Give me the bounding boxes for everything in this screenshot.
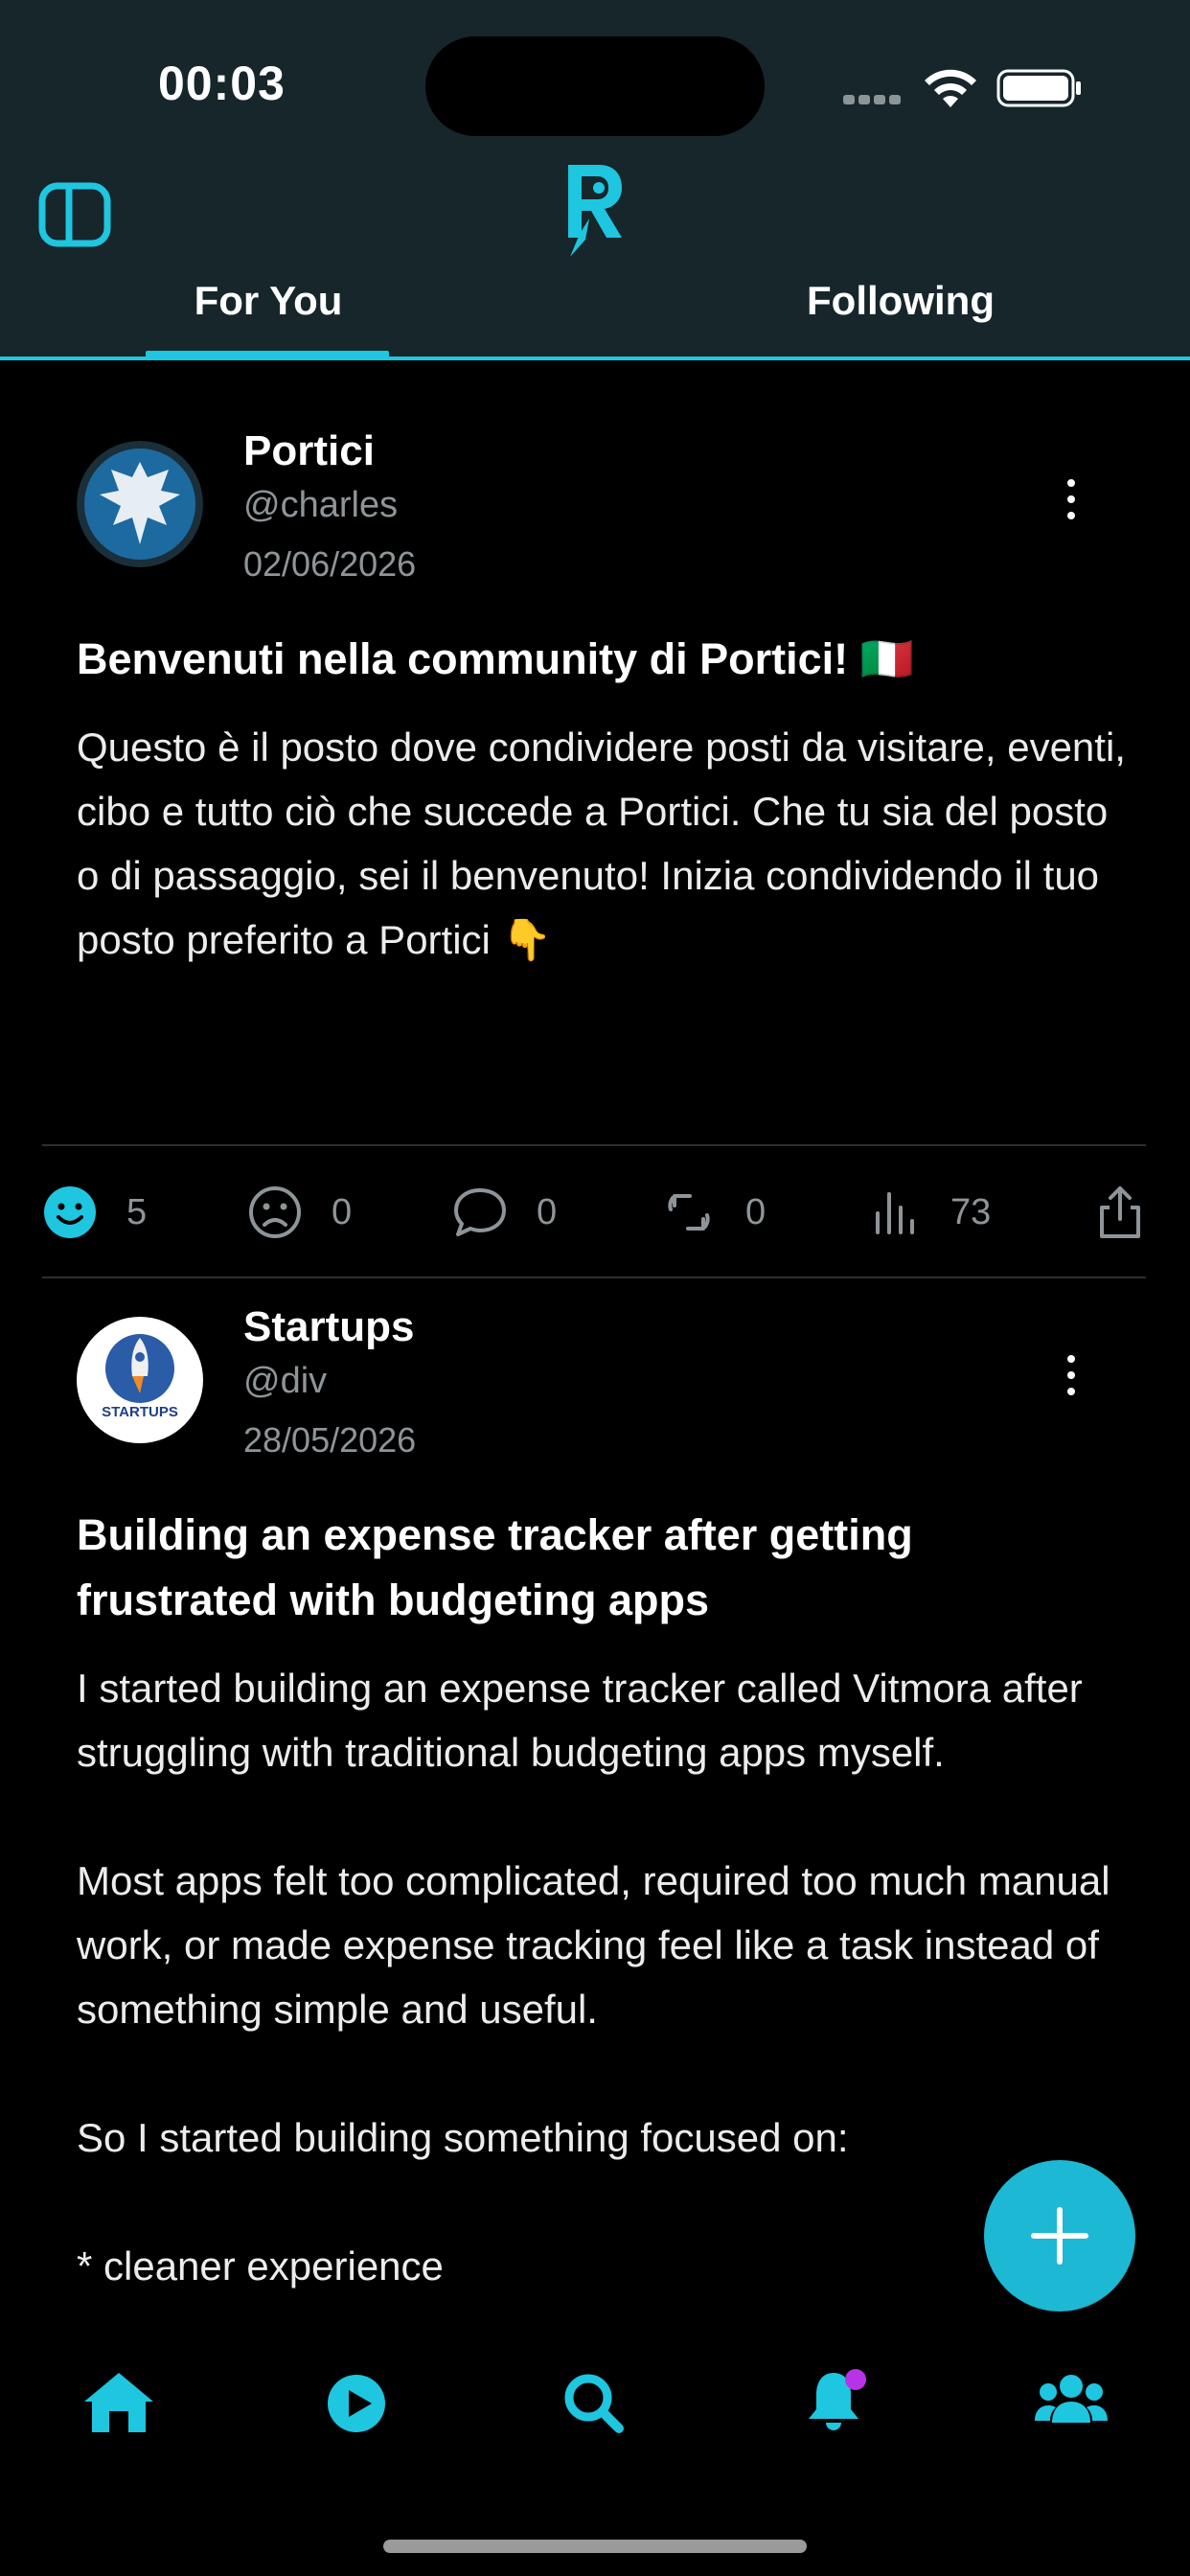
post-date: 28/05/2026: [243, 1420, 417, 1460]
dislike-button[interactable]: 0: [247, 1179, 352, 1246]
view-count: 73: [950, 1191, 992, 1232]
nav-communities[interactable]: [1033, 2367, 1110, 2436]
post-body: Questo è il posto dove condividere posti…: [77, 724, 1126, 962]
notification-badge: [845, 2369, 866, 2390]
share-button[interactable]: [1092, 1179, 1148, 1246]
home-icon: [84, 2373, 153, 2432]
header-divider: [0, 356, 1190, 360]
like-button[interactable]: 5: [42, 1179, 147, 1246]
post-handle[interactable]: @div: [243, 1361, 327, 1402]
plus-icon: [1031, 2207, 1088, 2265]
comment-button[interactable]: 0: [452, 1179, 557, 1246]
post-body: I started building an expense tracker ca…: [77, 1666, 1110, 2288]
dislike-count: 0: [332, 1191, 353, 1232]
nav-videos[interactable]: [318, 2367, 395, 2436]
post-divider: [42, 1276, 1146, 1278]
avatar[interactable]: [77, 441, 203, 567]
users-icon: [1035, 2375, 1108, 2423]
nav-search[interactable]: [556, 2367, 632, 2436]
cellular-signal-icon: [843, 92, 904, 109]
play-icon: [328, 2375, 385, 2432]
views-button[interactable]: 73: [866, 1179, 991, 1246]
post-title: Benvenuti nella community di Portici! 🇮🇹: [77, 634, 914, 683]
post-author[interactable]: Startups: [243, 1303, 414, 1351]
more-options-icon[interactable]: [1060, 479, 1083, 537]
more-options-icon[interactable]: [1060, 1355, 1083, 1413]
comment-icon: [454, 1188, 506, 1236]
repost-count: 0: [745, 1191, 767, 1232]
new-post-button[interactable]: [984, 2160, 1135, 2312]
repost-button[interactable]: 0: [661, 1179, 766, 1246]
comment-count: 0: [537, 1191, 558, 1232]
battery-icon: [996, 69, 1081, 107]
app-logo-rocket-icon[interactable]: [561, 161, 629, 264]
dynamic-island: [425, 36, 765, 136]
like-count: 5: [126, 1191, 148, 1232]
post-author[interactable]: Portici: [243, 427, 375, 475]
tab-for-you[interactable]: For You: [144, 278, 393, 324]
post-divider: [42, 1144, 1146, 1146]
share-icon: [1100, 1186, 1140, 1238]
sidebar-toggle-icon[interactable]: [38, 182, 111, 247]
tab-following[interactable]: Following: [747, 278, 1054, 324]
top-header: 00:03 For You Following: [0, 0, 1190, 360]
eagle-crest-icon: [77, 441, 203, 567]
repost-icon: [668, 1194, 710, 1230]
svg-text:STARTUPS: STARTUPS: [102, 1404, 178, 1420]
status-time: 00:03: [158, 57, 286, 110]
avatar[interactable]: STARTUPS: [77, 1317, 203, 1443]
search-icon: [564, 2374, 624, 2433]
post-title: Building an expense tracker after gettin…: [77, 1510, 913, 1624]
smile-icon: [44, 1186, 96, 1238]
bar-chart-icon: [876, 1192, 914, 1234]
wifi-icon: [925, 69, 976, 107]
post-date: 02/06/2026: [243, 544, 417, 584]
home-indicator: [383, 2540, 807, 2553]
post-handle[interactable]: @charles: [243, 485, 398, 526]
post-actions: 5 0 0 0 73: [0, 1179, 1190, 1246]
nav-home[interactable]: [80, 2367, 157, 2436]
startups-logo-icon: STARTUPS: [79, 1319, 201, 1441]
frown-icon: [249, 1186, 301, 1238]
